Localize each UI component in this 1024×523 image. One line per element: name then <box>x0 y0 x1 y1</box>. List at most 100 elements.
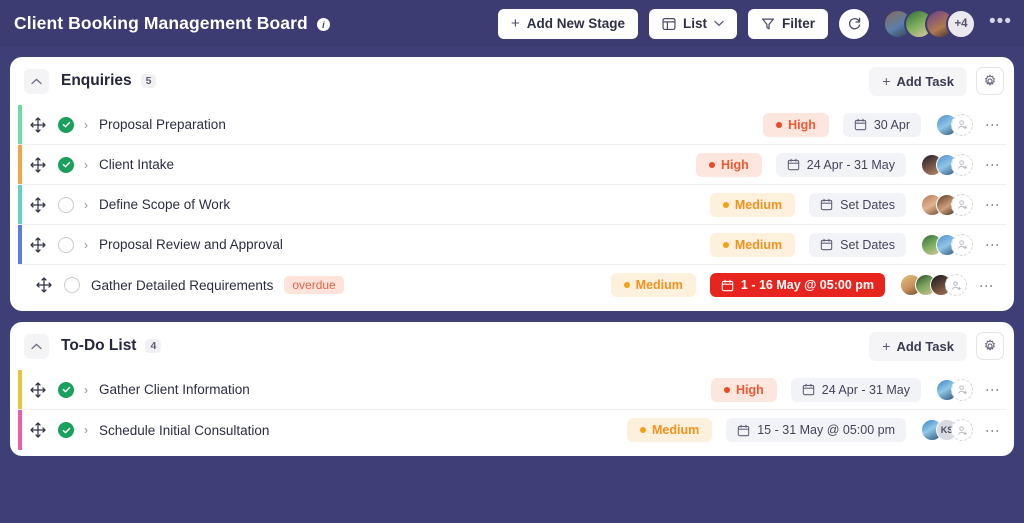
task-title[interactable]: Gather Detailed Requirements <box>91 278 273 293</box>
priority-dot-icon <box>776 121 783 128</box>
member-avatar-stack[interactable]: +4 <box>883 8 977 39</box>
calendar-icon <box>820 238 833 251</box>
expand-task-icon[interactable]: › <box>84 239 88 251</box>
expand-task-icon[interactable]: › <box>84 199 88 211</box>
task-status-checkbox[interactable] <box>58 156 74 173</box>
task-title[interactable]: Proposal Preparation <box>99 117 226 132</box>
priority-badge[interactable]: High <box>710 377 777 402</box>
plus-icon: + <box>510 15 520 32</box>
add-assignee-icon[interactable] <box>951 419 973 441</box>
task-title[interactable]: Define Scope of Work <box>99 197 230 212</box>
row-menu-icon[interactable]: ⋮ <box>985 238 1001 251</box>
table-row[interactable]: › Client Intake High 24 Apr - 31 May ⋮ <box>18 145 1006 185</box>
due-date-chip[interactable]: 30 Apr <box>842 112 921 137</box>
row-menu-icon[interactable]: ⋮ <box>985 424 1001 437</box>
task-title[interactable]: Proposal Review and Approval <box>99 237 283 252</box>
calendar-icon <box>802 383 814 396</box>
board-body: Enquiries 5 + Add Task › Proposal Prepar… <box>0 47 1024 456</box>
add-assignee-icon[interactable] <box>951 378 973 401</box>
drag-handle-icon[interactable] <box>30 236 46 253</box>
task-title[interactable]: Schedule Initial Consultation <box>99 423 269 438</box>
chevron-up-icon <box>31 78 42 84</box>
priority-label: Medium <box>734 197 783 212</box>
task-status-checkbox[interactable] <box>58 116 74 133</box>
priority-dot-icon <box>623 282 630 288</box>
expand-task-icon[interactable]: › <box>84 159 88 171</box>
task-status-checkbox[interactable] <box>58 381 74 398</box>
priority-badge[interactable]: Medium <box>610 273 696 297</box>
more-options-icon[interactable]: ••• <box>989 12 1012 36</box>
row-menu-icon[interactable]: ⋮ <box>985 198 1001 211</box>
task-status-checkbox[interactable] <box>58 422 74 438</box>
stage-title: Enquiries <box>61 72 132 89</box>
table-row[interactable]: › Proposal Review and Approval Medium Se… <box>18 225 1006 265</box>
assignee-avatars[interactable] <box>921 233 973 256</box>
calendar-icon <box>854 118 867 131</box>
add-assignee-icon[interactable] <box>951 233 973 256</box>
due-date-chip[interactable]: Set Dates <box>809 192 906 217</box>
stage-settings-button[interactable] <box>976 67 1004 95</box>
drag-handle-icon[interactable] <box>30 196 46 213</box>
table-row[interactable]: Gather Detailed Requirements overdue Med… <box>24 265 1000 305</box>
due-date-chip[interactable]: 1 - 16 May @ 05:00 pm <box>709 273 885 297</box>
expand-task-icon[interactable]: › <box>84 119 88 131</box>
priority-badge[interactable]: Medium <box>709 192 796 217</box>
table-row[interactable]: › Proposal Preparation High 30 Apr ⋮ <box>18 105 1006 145</box>
collapse-stage-button[interactable] <box>24 333 49 359</box>
row-menu-icon[interactable]: ⋮ <box>985 118 1001 131</box>
add-assignee-icon[interactable] <box>951 153 973 176</box>
row-menu-icon[interactable]: ⋮ <box>985 158 1001 171</box>
row-menu-icon[interactable]: ⋮ <box>979 279 995 292</box>
table-row[interactable]: › Gather Client Information High 24 Apr … <box>18 370 1006 410</box>
drag-handle-icon[interactable] <box>30 116 46 133</box>
assignee-avatars[interactable] <box>900 274 967 296</box>
view-switcher-label: List <box>683 16 708 31</box>
chevron-down-icon <box>714 20 724 27</box>
status-badge: overdue <box>284 276 344 294</box>
priority-badge[interactable]: Medium <box>627 418 713 442</box>
assignee-avatars[interactable] <box>921 193 973 216</box>
add-new-stage-button[interactable]: + Add New Stage <box>497 8 638 39</box>
task-status-checkbox[interactable] <box>58 196 74 213</box>
row-menu-icon[interactable]: ⋮ <box>985 383 1001 396</box>
add-assignee-icon[interactable] <box>951 113 973 136</box>
add-task-button[interactable]: + Add Task <box>869 66 967 96</box>
assignee-avatars[interactable] <box>936 113 973 136</box>
priority-badge[interactable]: Medium <box>709 232 796 257</box>
expand-task-icon[interactable]: › <box>84 424 88 436</box>
task-status-checkbox[interactable] <box>64 277 80 293</box>
stage-settings-button[interactable] <box>976 332 1004 360</box>
drag-handle-icon[interactable] <box>30 422 46 438</box>
priority-badge[interactable]: High <box>763 112 829 137</box>
drag-handle-icon[interactable] <box>30 381 46 398</box>
view-switcher-button[interactable]: List <box>649 8 738 39</box>
task-status-checkbox[interactable] <box>58 236 74 253</box>
add-assignee-icon[interactable] <box>951 193 973 216</box>
due-date-chip[interactable]: 24 Apr - 31 May <box>790 377 921 402</box>
plus-icon: + <box>882 73 891 89</box>
add-assignee-icon[interactable] <box>945 274 967 296</box>
task-title[interactable]: Client Intake <box>99 157 174 172</box>
table-row[interactable]: › Define Scope of Work Medium Set Dates … <box>18 185 1006 225</box>
refresh-button[interactable] <box>839 8 870 39</box>
due-date-chip[interactable]: 24 Apr - 31 May <box>775 152 906 177</box>
due-date-label: 24 Apr - 31 May <box>821 382 910 397</box>
due-date-chip[interactable]: Set Dates <box>809 232 906 257</box>
avatar-overflow-count[interactable]: +4 <box>946 8 977 39</box>
stage-title: To-Do List <box>61 337 137 354</box>
task-title[interactable]: Gather Client Information <box>99 382 250 397</box>
add-task-button[interactable]: + Add Task <box>869 331 967 361</box>
expand-task-icon[interactable]: › <box>84 384 88 396</box>
priority-dot-icon <box>723 386 730 393</box>
priority-badge[interactable]: High <box>695 152 762 177</box>
drag-handle-icon[interactable] <box>30 156 46 173</box>
assignee-avatars[interactable]: KS <box>921 419 973 441</box>
drag-handle-icon[interactable] <box>36 277 52 293</box>
assignee-avatars[interactable] <box>921 153 973 176</box>
table-row[interactable]: › Schedule Initial Consultation Medium 1… <box>18 410 1006 450</box>
info-icon[interactable]: i <box>316 18 330 31</box>
assignee-avatars[interactable] <box>936 378 973 401</box>
due-date-chip[interactable]: 15 - 31 May @ 05:00 pm <box>726 418 906 442</box>
filter-button[interactable]: Filter <box>748 8 829 39</box>
collapse-stage-button[interactable] <box>24 68 49 94</box>
